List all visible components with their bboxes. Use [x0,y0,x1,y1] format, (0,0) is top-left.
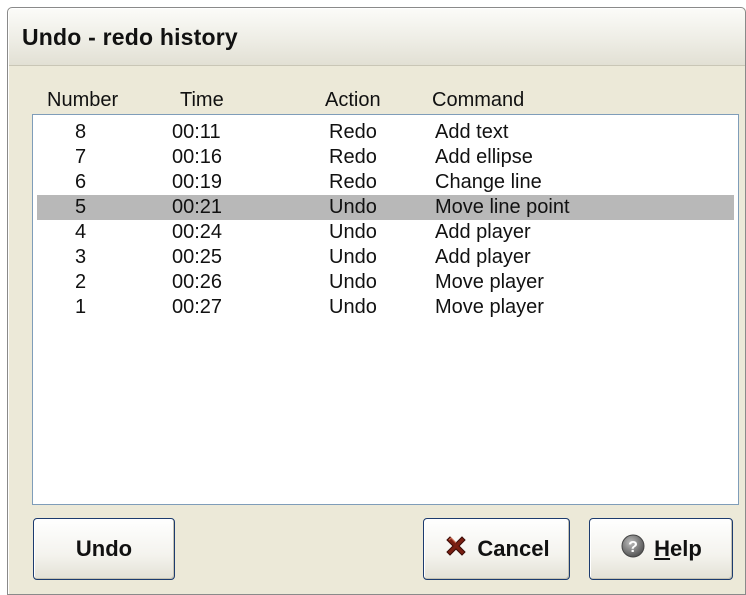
history-row[interactable]: 8 00:11 Redo Add text [37,120,734,145]
row-time: 00:24 [172,221,223,243]
undo-redo-dialog: Undo - redo history Number Time Action C… [7,7,746,595]
history-row[interactable]: 2 00:26 Undo Move player [37,270,734,295]
row-command: Move player [435,296,544,318]
row-time: 00:27 [172,296,223,318]
row-time: 00:11 [172,121,221,143]
row-number: 3 [75,246,87,268]
title-bar[interactable]: Undo - redo history [9,9,745,66]
cancel-button-label: Cancel [477,536,550,561]
row-command: Add player [435,221,531,243]
row-time: 00:25 [172,246,223,268]
history-row[interactable]: 1 00:27 Undo Move player [37,295,734,320]
red-x-icon [443,533,469,565]
row-command: Move player [435,271,544,293]
row-number: 2 [75,271,87,293]
svg-text:?: ? [628,539,638,556]
row-action: Undo [329,271,377,293]
row-command: Add player [435,246,531,268]
row-command: Add ellipse [435,146,533,168]
row-number: 4 [75,221,87,243]
row-number: 5 [75,196,87,218]
column-header-action[interactable]: Action [325,89,381,112]
help-button[interactable]: ? Help [589,518,733,580]
row-number: 1 [75,296,87,318]
row-action: Redo [329,146,377,168]
dialog-title: Undo - redo history [22,24,238,50]
question-icon: ? [620,533,646,565]
column-header-time[interactable]: Time [180,89,224,112]
row-command: Change line [435,171,542,193]
history-row[interactable]: 3 00:25 Undo Add player [37,245,734,270]
history-row[interactable]: 4 00:24 Undo Add player [37,220,734,245]
row-action: Undo [329,196,377,218]
undo-button[interactable]: Undo [33,518,175,580]
row-time: 00:16 [172,146,223,168]
row-action: Undo [329,296,377,318]
help-button-label: Help [654,536,702,561]
history-row-selected[interactable]: 5 00:21 Undo Move line point [37,195,734,220]
column-header-number[interactable]: Number [47,89,118,112]
row-number: 8 [75,121,87,143]
column-header-command[interactable]: Command [432,89,524,112]
row-time: 00:26 [172,271,223,293]
cancel-button[interactable]: Cancel [423,518,570,580]
row-action: Undo [329,246,377,268]
row-time: 00:21 [172,196,223,218]
row-number: 7 [75,146,87,168]
row-command: Move line point [435,196,570,218]
row-number: 6 [75,171,87,193]
row-action: Redo [329,121,377,143]
row-command: Add text [435,121,509,143]
history-row[interactable]: 7 00:16 Redo Add ellipse [37,145,734,170]
history-row[interactable]: 6 00:19 Redo Change line [37,170,734,195]
row-action: Undo [329,221,377,243]
row-action: Redo [329,171,377,193]
history-list[interactable]: 8 00:11 Redo Add text 7 00:16 Redo Add e… [32,114,739,505]
undo-button-label: Undo [75,536,133,561]
row-time: 00:19 [172,171,223,193]
